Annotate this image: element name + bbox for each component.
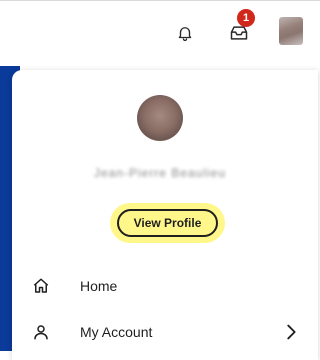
view-profile-highlight: View Profile — [110, 203, 225, 243]
top-bar — [0, 1, 320, 59]
menu-item-home[interactable]: Home — [12, 266, 318, 306]
notifications-button[interactable] — [172, 20, 198, 46]
bell-icon — [178, 27, 192, 42]
menu-item-label: Home — [80, 278, 118, 294]
profile-name: Jean-Pierre Beaulieu — [93, 166, 227, 180]
menu-item-label: My Account — [80, 324, 153, 340]
user-icon — [34, 325, 48, 340]
inbox-badge: 1 — [237, 9, 255, 27]
account-avatar-button[interactable] — [279, 17, 303, 45]
chevron-right-icon — [287, 324, 296, 340]
profile-avatar — [137, 95, 183, 141]
view-profile-button[interactable]: View Profile — [117, 209, 218, 237]
home-icon — [33, 278, 49, 293]
menu-item-my-account[interactable]: My Account — [12, 312, 318, 352]
